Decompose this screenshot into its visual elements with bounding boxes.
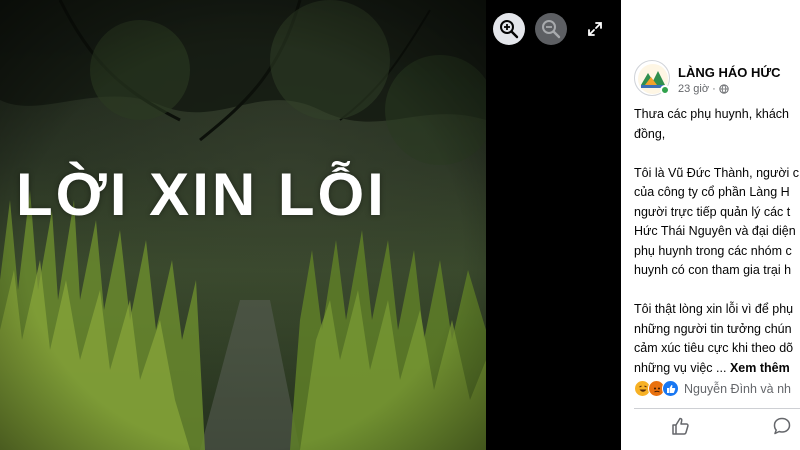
photo-overlay-title: LỜI XIN LỖI [16, 161, 387, 228]
photo-viewer: LỜI XIN LỖI [0, 0, 621, 450]
post-header [634, 60, 670, 96]
divider [634, 408, 800, 409]
post-panel: LÀNG HÁO HỨC 23 giờ · Thưa các phụ huynh… [621, 0, 800, 450]
zoom-out-button[interactable] [535, 13, 567, 45]
post-line: Hức Thái Nguyên và đại diện [634, 224, 796, 238]
page-name-link[interactable]: LÀNG HÁO HỨC [678, 65, 781, 80]
post-line: Tôi là Vũ Đức Thành, người c [634, 165, 800, 180]
like-emoji-icon [662, 380, 679, 397]
post-line-last: những vụ việc ... Xem thêm [634, 359, 800, 379]
post-line: của công ty cổ phần Làng H [634, 185, 790, 199]
post-text: Thưa các phụ huynh, khách đồng, Tôi là V… [634, 105, 800, 378]
page-avatar[interactable] [634, 60, 670, 96]
post-line: phụ huynh trong các nhóm c [634, 243, 792, 258]
zoom-out-icon [542, 20, 561, 39]
fullscreen-icon [588, 22, 602, 36]
like-button[interactable] [669, 414, 693, 438]
fullscreen-button[interactable] [580, 13, 610, 45]
post-line: Thưa các phụ huynh, khách [634, 107, 789, 121]
post-line: cảm xúc tiêu cực khi theo dõ [634, 341, 794, 355]
comment-icon [773, 417, 791, 435]
post-line: những vụ việc ... [634, 360, 727, 375]
like-icon [672, 417, 689, 435]
post-time[interactable]: 23 giờ · [678, 83, 716, 95]
reactor-names[interactable]: Nguyễn Đình và nh [684, 382, 791, 396]
post-line: người trực tiếp quản lý các t [634, 204, 791, 219]
reaction-summary[interactable]: Nguyễn Đình và nh [634, 380, 791, 397]
post-photo[interactable]: LỜI XIN LỖI [0, 0, 486, 450]
zoom-in-button[interactable] [493, 13, 525, 45]
post-meta: 23 giờ · [678, 83, 729, 95]
panel-top-bar [621, 0, 800, 48]
post-line: những người tin tưởng chún [634, 321, 792, 336]
globe-icon [719, 84, 729, 94]
comment-button[interactable] [770, 414, 794, 438]
post-line: đồng, [634, 126, 666, 141]
online-status-dot [660, 85, 670, 95]
see-more-link[interactable]: Xem thêm [730, 361, 790, 375]
zoom-in-icon [500, 20, 519, 39]
post-line: huynh có con tham gia trại h [634, 263, 792, 277]
post-line: Tôi thật lòng xin lỗi vì để phụ [634, 302, 794, 316]
